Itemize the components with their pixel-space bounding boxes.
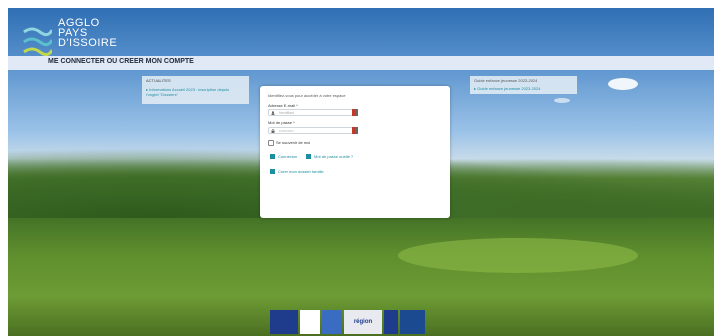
news-link-2[interactable]: l'onglet "Dossiers" xyxy=(146,92,245,97)
user-icon xyxy=(271,111,275,115)
logo-line-3: D'ISSOIRE xyxy=(58,37,118,49)
email-placeholder: Identifiant xyxy=(279,111,295,115)
green-field xyxy=(398,238,638,273)
connect-icon xyxy=(270,154,275,160)
forgot-password-link[interactable]: Mot de passe oublié ? xyxy=(306,154,353,160)
guide-link[interactable]: ▸ Guide enfance jeunesse 2023-2024 xyxy=(474,86,573,91)
virtual-keyboard-icon[interactable] xyxy=(352,127,358,134)
login-panel: Identifiez-vous pour accéder à votre esp… xyxy=(260,86,450,218)
header-bar: ME CONNECTER OU CREER MON COMPTE xyxy=(8,56,714,70)
virtual-keyboard-icon[interactable] xyxy=(352,109,358,116)
create-icon xyxy=(270,169,275,175)
guide-title: Guide enfance jeunesse 2023-2024 xyxy=(474,78,538,83)
connect-button[interactable]: Connexion xyxy=(270,154,297,160)
cloud xyxy=(554,98,570,103)
cloud xyxy=(608,78,638,90)
forgot-icon xyxy=(306,154,311,160)
region-logo: région xyxy=(344,310,382,334)
partner-logos: région xyxy=(270,310,425,334)
leader-logo xyxy=(300,310,320,334)
news-title: ACTUALITES xyxy=(146,78,171,83)
caf-logo xyxy=(384,310,398,334)
lock-icon xyxy=(271,129,275,133)
password-placeholder: •••••••••••• xyxy=(279,129,294,133)
guide-box: Guide enfance jeunesse 2023-2024 ▸ Guide… xyxy=(470,76,577,94)
create-account-button[interactable]: Créer mon dossier famille xyxy=(270,169,324,175)
page-title: ME CONNECTER OU CREER MON COMPTE xyxy=(48,58,194,65)
msa-logo xyxy=(400,310,425,334)
email-label: Adresse E-mail * xyxy=(268,103,298,108)
remember-me-checkbox[interactable]: Se souvenir de moi xyxy=(268,140,310,146)
remember-me-label: Se souvenir de moi xyxy=(276,140,311,146)
checkbox-box[interactable] xyxy=(268,140,274,146)
eu-flag-icon xyxy=(270,310,298,334)
news-box: ACTUALITES ▸ Informations Accueil 2023 :… xyxy=(142,76,249,104)
logo-waves-icon xyxy=(23,27,52,56)
password-field[interactable]: •••••••••••• xyxy=(268,127,358,134)
password-label: Mot de passe * xyxy=(268,120,295,125)
login-intro: Identifiez-vous pour accéder à votre esp… xyxy=(268,93,346,98)
etat-logo xyxy=(322,310,342,334)
logo-text: AGGLO PAYS D'ISSOIRE xyxy=(58,18,118,49)
email-field[interactable]: Identifiant xyxy=(268,109,358,116)
agglo-logo[interactable]: AGGLO PAYS D'ISSOIRE xyxy=(8,8,128,56)
